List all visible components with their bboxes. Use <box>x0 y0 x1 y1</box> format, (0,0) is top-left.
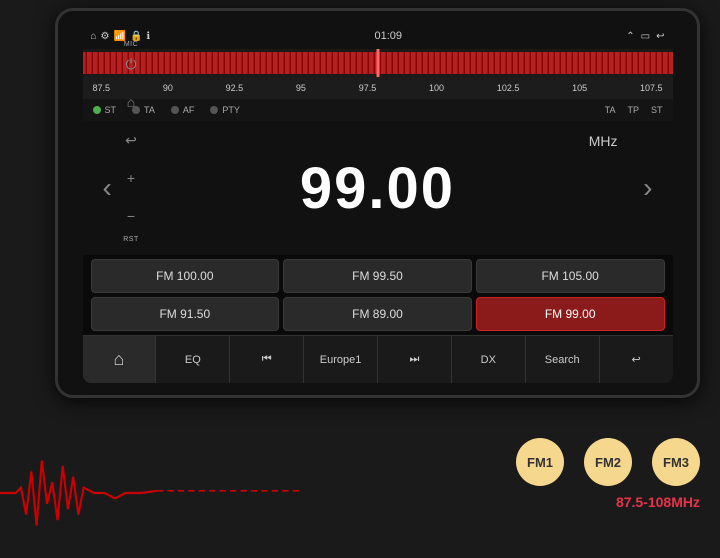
bottom-toolbar: ⌂ EQ ⏮ Europe1 ⏭ DX Search ↩ <box>83 335 673 383</box>
bottom-section: FM1 FM2 FM3 87.5-108MHz <box>0 400 720 558</box>
indicator-af: AF <box>171 105 195 115</box>
freq-label-4: 97.5 <box>359 83 377 93</box>
signal-status-icon: 📶 <box>114 31 126 42</box>
freq-label-3: 95 <box>296 83 306 93</box>
preset-btn-5[interactable]: FM 99.00 <box>476 297 665 331</box>
back-side-button[interactable]: ↩ <box>121 130 141 150</box>
mic-label: MIC <box>124 41 138 48</box>
fm3-badge: FM3 <box>652 438 700 486</box>
preset-grid: FM 100.00 FM 99.50 FM 105.00 FM 91.50 FM… <box>83 255 673 335</box>
toolbar-eq-button[interactable]: EQ <box>156 336 230 383</box>
indicator-pty: PTY <box>210 105 240 115</box>
indicator-right: TA TP ST <box>605 105 663 115</box>
window-icon: ▭ <box>641 31 650 42</box>
freq-labels: 87.5 90 92.5 95 97.5 100 102.5 105 107.5 <box>93 83 663 93</box>
vol-down-button[interactable]: − <box>121 206 141 226</box>
info-status-icon: ℹ <box>146 31 150 42</box>
indicator-ta-right: TA <box>605 105 616 115</box>
device-shell: MIC ⏻ ⌂ ↩ + − RST ⌂ ⚙ 📶 🔒 ℹ 01:09 ⌃ ▭ ↩ <box>55 8 700 398</box>
rst-label: RST <box>123 236 139 243</box>
toolbar-region-button[interactable]: Europe1 <box>304 336 378 383</box>
freq-label-2: 92.5 <box>226 83 244 93</box>
toolbar-prev-button[interactable]: ⏮ <box>230 336 304 383</box>
freq-scale: 87.5 90 92.5 95 97.5 100 102.5 105 107.5 <box>83 77 673 99</box>
status-bar: ⌂ ⚙ 📶 🔒 ℹ 01:09 ⌃ ▭ ↩ <box>83 23 673 49</box>
freq-unit: MHz <box>589 133 618 149</box>
preset-btn-4[interactable]: FM 89.00 <box>283 297 472 331</box>
fm2-badge: FM2 <box>584 438 632 486</box>
freq-label-8: 107.5 <box>640 83 663 93</box>
fm-badges-row: FM1 FM2 FM3 <box>516 438 700 486</box>
toolbar-next-button[interactable]: ⏭ <box>378 336 452 383</box>
freq-main-value: 99.00 <box>300 155 455 222</box>
status-time: 01:09 <box>374 30 402 42</box>
freq-label-1: 90 <box>163 83 173 93</box>
home-status-icon: ⌂ <box>91 31 97 42</box>
toolbar-search-button[interactable]: Search <box>526 336 600 383</box>
freq-needle <box>376 49 379 77</box>
power-button[interactable]: ⏻ <box>121 54 141 74</box>
freq-label-7: 105 <box>572 83 587 93</box>
radio-indicators: ST TA AF PTY TA TP ST <box>83 99 673 121</box>
fm-freq-range: 87.5-108MHz <box>616 494 700 510</box>
freq-nav-right-button[interactable]: › <box>633 162 662 214</box>
back-status-icon: ↩ <box>656 31 664 42</box>
status-icons-right: ⌃ ▭ ↩ <box>626 31 664 42</box>
settings-status-icon: ⚙ <box>101 31 110 42</box>
indicator-dot-st <box>93 106 101 114</box>
preset-btn-1[interactable]: FM 99.50 <box>283 259 472 293</box>
home-side-button[interactable]: ⌂ <box>121 92 141 112</box>
indicator-dot-af <box>171 106 179 114</box>
freq-label-0: 87.5 <box>93 83 111 93</box>
indicator-dot-pty <box>210 106 218 114</box>
waveform-svg <box>0 428 460 558</box>
indicator-tp-right: TP <box>627 105 639 115</box>
freq-bar-container[interactable] <box>83 49 673 77</box>
freq-display: ‹ 99.00 MHz › <box>83 121 673 255</box>
toolbar-back-button[interactable]: ↩ <box>600 336 673 383</box>
waveform-area <box>0 428 460 558</box>
wifi-status-icon: 🔒 <box>130 31 142 42</box>
fm1-badge: FM1 <box>516 438 564 486</box>
expand-icon: ⌃ <box>626 31 634 42</box>
freq-label-5: 100 <box>429 83 444 93</box>
preset-btn-2[interactable]: FM 105.00 <box>476 259 665 293</box>
indicator-st-right: ST <box>651 105 663 115</box>
vol-up-button[interactable]: + <box>121 168 141 188</box>
fm-badges-area: FM1 FM2 FM3 87.5-108MHz <box>460 428 720 558</box>
status-icons-left: ⌂ ⚙ 📶 🔒 ℹ <box>91 31 151 42</box>
toolbar-dx-button[interactable]: DX <box>452 336 526 383</box>
indicator-st: ST <box>93 105 117 115</box>
side-buttons: MIC ⏻ ⌂ ↩ + − RST <box>116 41 146 401</box>
screen: ⌂ ⚙ 📶 🔒 ℹ 01:09 ⌃ ▭ ↩ 87.5 90 92.5 <box>83 23 673 383</box>
freq-label-6: 102.5 <box>497 83 520 93</box>
